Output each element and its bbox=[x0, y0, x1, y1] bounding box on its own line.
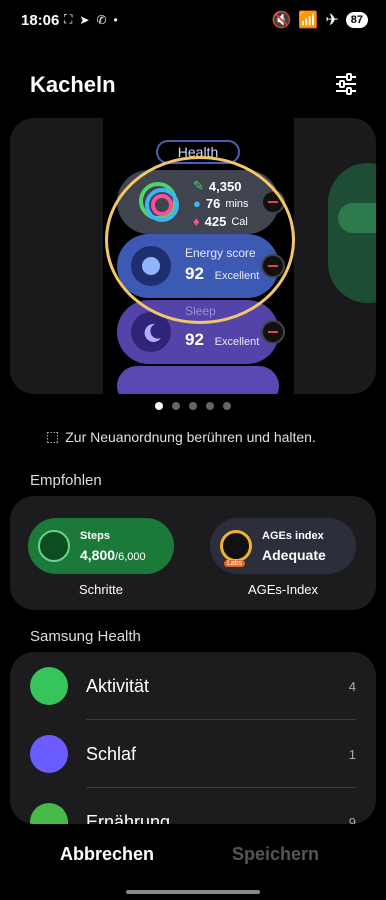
ages-label: AGEs index bbox=[262, 530, 324, 542]
next-card-partial bbox=[117, 366, 279, 394]
list-item-count: 9 bbox=[348, 815, 356, 824]
bottom-bar: Abbrechen Speichern bbox=[0, 830, 386, 900]
samsung-health-list: Aktivität 4 Schlaf 1 Ernährung 9 bbox=[10, 652, 376, 824]
tile-carousel[interactable]: ✎ 4,350 ● 76 mins ♦ 425 Cal Energy score… bbox=[10, 118, 376, 394]
fork-knife-icon bbox=[30, 803, 68, 824]
airplane-icon: ✈ bbox=[325, 12, 339, 29]
steps-goal: /6,000 bbox=[115, 551, 146, 563]
ages-value: Adequate bbox=[262, 547, 326, 563]
status-time: 18:06 bbox=[21, 12, 60, 29]
status-bar: 18:06 ⛶ ➤ ✆ • 🔇 📶 ✈ 87 bbox=[0, 0, 386, 40]
ages-caption: AGEs-Index bbox=[247, 582, 319, 597]
wifi-icon: 📶 bbox=[298, 12, 319, 29]
samsung-health-title: Samsung Health bbox=[30, 628, 141, 645]
reorder-hint: ⬚ Zur Neuanordnung berühren und halten. bbox=[46, 428, 316, 445]
ages-hexagon-icon bbox=[220, 530, 252, 562]
remove-sleep-button[interactable] bbox=[261, 320, 285, 344]
page-title: Kacheln bbox=[30, 72, 116, 97]
status-left-icons: ⛶ ➤ ✆ • bbox=[64, 12, 118, 27]
telegram-icon: ➤ bbox=[79, 12, 90, 27]
page-dot[interactable] bbox=[172, 402, 180, 410]
next-tile-preview[interactable] bbox=[328, 163, 376, 303]
save-button[interactable]: Speichern bbox=[232, 844, 319, 865]
battery-badge: 87 bbox=[345, 12, 368, 28]
steps-label: Steps bbox=[80, 530, 110, 542]
page-indicator bbox=[155, 402, 231, 410]
reorder-hint-text: Zur Neuanordnung berühren und halten. bbox=[65, 428, 316, 445]
sleep-value: 92 bbox=[185, 330, 204, 349]
sleep-status: Excellent bbox=[214, 336, 260, 348]
labs-badge: Labs bbox=[224, 560, 246, 567]
moon-icon bbox=[30, 735, 68, 773]
drag-icon: ⬚ bbox=[46, 428, 60, 444]
wifi-calling-icon: ✆ bbox=[96, 12, 107, 27]
mute-icon: 🔇 bbox=[271, 12, 292, 29]
list-item-nutrition[interactable]: Ernährung 9 bbox=[10, 788, 376, 824]
steps-value: 4,800 bbox=[80, 547, 116, 563]
selection-ring bbox=[105, 156, 295, 324]
steps-caption: Schritte bbox=[78, 582, 124, 597]
running-icon bbox=[30, 667, 68, 705]
page-dot[interactable] bbox=[206, 402, 214, 410]
page-dot[interactable] bbox=[223, 402, 231, 410]
list-item-count: 1 bbox=[348, 747, 356, 762]
ages-tile[interactable]: AGEs index Adequate Labs bbox=[210, 518, 356, 574]
page-dot[interactable] bbox=[155, 402, 163, 410]
cancel-button[interactable]: Abbrechen bbox=[60, 844, 154, 865]
list-item-count: 4 bbox=[348, 679, 356, 694]
screenshot-icon: ⛶ bbox=[64, 12, 73, 26]
home-indicator[interactable] bbox=[126, 890, 260, 894]
recommended-panel: Steps 4,800/6,000 Schritte AGEs index Ad… bbox=[10, 496, 376, 610]
list-item-activity[interactable]: Aktivität 4 bbox=[10, 652, 376, 720]
list-item-sleep[interactable]: Schlaf 1 bbox=[10, 720, 376, 788]
page-dot[interactable] bbox=[189, 402, 197, 410]
status-right-icons: 🔇 📶 ✈ 87 bbox=[271, 10, 368, 30]
steps-tile[interactable]: Steps 4,800/6,000 bbox=[28, 518, 174, 574]
list-item-label: Aktivität bbox=[86, 676, 150, 696]
steps-icon bbox=[38, 530, 70, 562]
notification-dot-icon: • bbox=[113, 12, 118, 27]
list-item-label: Ernährung bbox=[86, 812, 171, 824]
list-item-label: Schlaf bbox=[86, 744, 137, 764]
sliders-icon[interactable] bbox=[334, 72, 358, 96]
recommended-title: Empfohlen bbox=[30, 472, 102, 489]
